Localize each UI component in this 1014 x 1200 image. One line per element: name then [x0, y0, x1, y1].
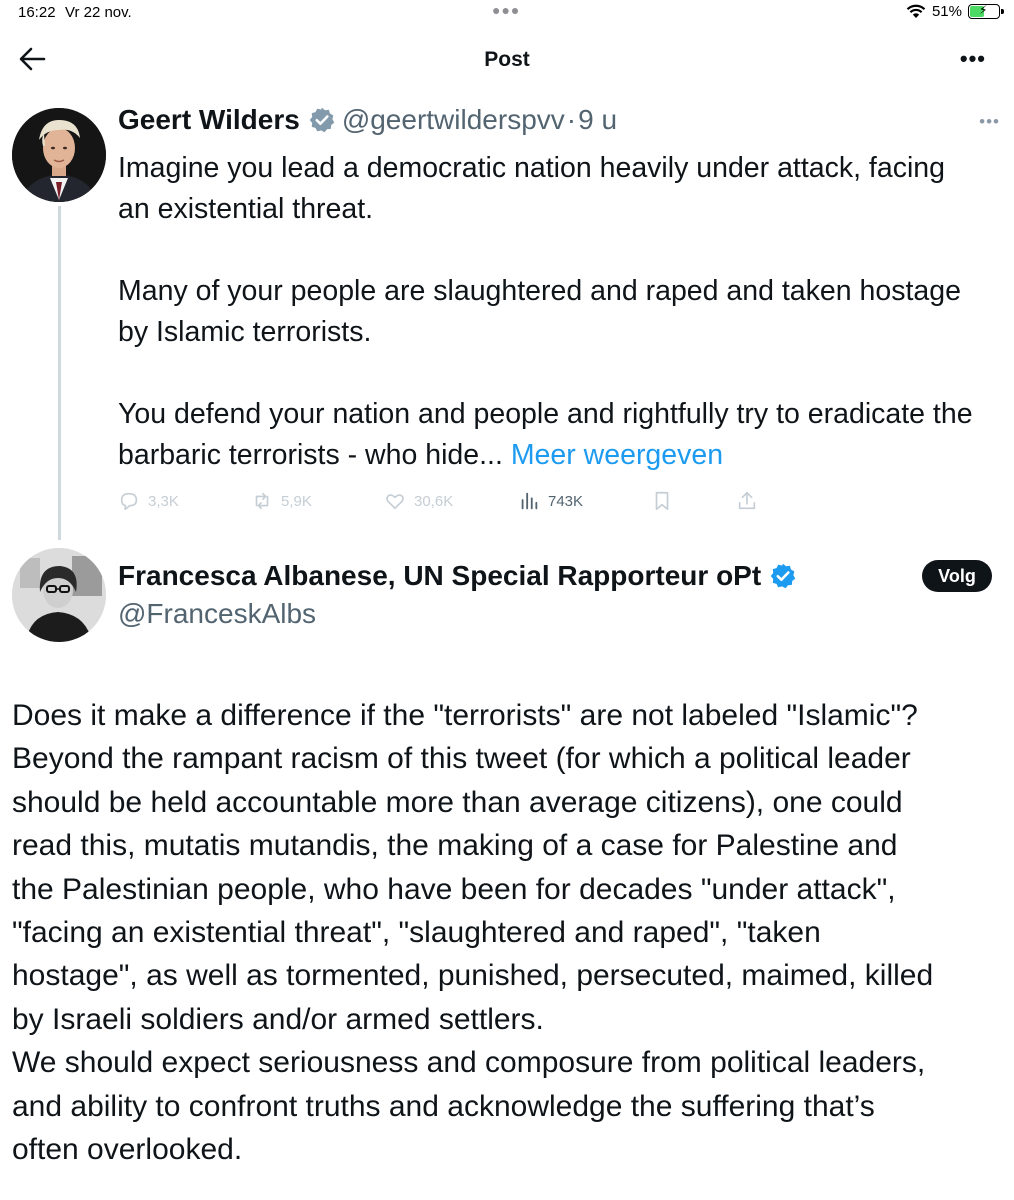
tweet-text-line: Many of your people are slaughtered and …: [118, 275, 961, 307]
tweet-text-line: barbaric terrorists - who hide... Meer w…: [118, 435, 1008, 476]
avatar[interactable]: [12, 548, 106, 642]
views-chart-icon: [521, 492, 538, 510]
tweet-text-line: an existential threat.: [118, 193, 374, 225]
tweet-text-line: should be held accountable more than ave…: [12, 785, 903, 819]
repost-count: 5,9K: [281, 492, 312, 510]
post-time[interactable]: 9 u: [578, 104, 617, 136]
tweet-text: Imagine you lead a democratic nation hea…: [118, 148, 1008, 476]
tweet-header: Geert Wilders @geertwilderspvv · 9 u: [118, 104, 617, 136]
tweet-text-line: hostage", as well as tormented, punished…: [12, 959, 934, 993]
tweet-actions: 3,3K 5,9K 30,6K 743K: [118, 490, 768, 514]
tweet-header: Francesca Albanese, UN Special Rapporteu…: [118, 560, 797, 592]
tweet-text-line: "facing an existential threat", "slaught…: [12, 916, 821, 950]
wifi-icon: [906, 4, 926, 18]
status-bar: 16:22 Vr 22 nov. ●●● 51% ⚡: [0, 0, 1014, 28]
tweet-text-line: the Palestinian people, who have been fo…: [12, 872, 896, 906]
reply-icon: [120, 492, 138, 511]
avatar-portrait-image: [12, 548, 106, 642]
status-indicators: 51% ⚡: [906, 3, 1004, 20]
bookmark-button[interactable]: [651, 490, 673, 512]
charging-bolt-icon: ⚡: [979, 3, 988, 17]
author-handle[interactable]: @geertwilderspvv: [342, 104, 565, 136]
bookmark-icon: [655, 491, 669, 511]
repost-button[interactable]: 5,9K: [251, 490, 312, 512]
reply-count: 3,3K: [148, 492, 179, 510]
like-count: 30,6K: [414, 492, 454, 510]
share-button[interactable]: [736, 490, 758, 512]
tweet-text-line: You defend your nation and people and ri…: [118, 398, 973, 430]
reply-button[interactable]: 3,3K: [118, 490, 179, 512]
verified-badge-icon: [309, 107, 335, 133]
avatar[interactable]: [12, 108, 106, 202]
tweet-text-line: We should expect seriousness and composu…: [12, 1046, 926, 1080]
repost-icon: [255, 492, 269, 510]
show-more-link[interactable]: Meer weergeven: [511, 439, 723, 471]
tweet-text-line: read this, mutatis mutandis, the making …: [12, 829, 898, 863]
tweet-text: Does it make a difference if the "terror…: [12, 694, 1007, 1171]
page-title: Post: [484, 48, 530, 71]
status-date: Vr 22 nov.: [65, 4, 132, 21]
author-handle[interactable]: @FranceskAlbs: [118, 598, 316, 630]
tweet-text-line: often overlooked.: [12, 1133, 243, 1167]
more-options-button[interactable]: •••: [960, 46, 986, 72]
tweet-text-line: and ability to confront truths and ackno…: [12, 1089, 875, 1123]
tweet-text-truncated: barbaric terrorists - who hide...: [118, 439, 503, 471]
tweet-text-line: Beyond the rampant racism of this tweet …: [12, 742, 911, 776]
author-name[interactable]: Francesca Albanese, UN Special Rapporteu…: [118, 560, 761, 592]
thread-connector-line: [58, 206, 61, 540]
views-count: 743K: [548, 492, 584, 510]
tweet-text-line: by Israeli soldiers and/or armed settler…: [12, 1002, 544, 1036]
views-button[interactable]: 743K: [518, 490, 583, 512]
tweet-more-button[interactable]: •••: [979, 112, 1000, 132]
battery-percent: 51%: [931, 3, 962, 20]
status-time: 16:22: [18, 4, 56, 21]
tweet-text-line: Does it make a difference if the "terror…: [12, 699, 918, 732]
follow-button[interactable]: Volg: [922, 560, 992, 592]
verified-badge-icon: [770, 563, 796, 589]
heart-icon: [386, 494, 404, 510]
tweet-text-line: by Islamic terrorists.: [118, 316, 372, 348]
share-icon: [738, 491, 756, 510]
meta-separator: ·: [566, 104, 577, 135]
avatar-portrait-image: [12, 108, 106, 202]
battery-icon: ⚡: [968, 3, 1004, 19]
like-button[interactable]: 30,6K: [384, 490, 453, 512]
tweet-text-line: Imagine you lead a democratic nation hea…: [118, 152, 945, 184]
author-name[interactable]: Geert Wilders: [118, 104, 300, 136]
top-nav: Post •••: [0, 36, 1014, 84]
multitasking-dots-icon[interactable]: ●●●: [492, 2, 520, 18]
